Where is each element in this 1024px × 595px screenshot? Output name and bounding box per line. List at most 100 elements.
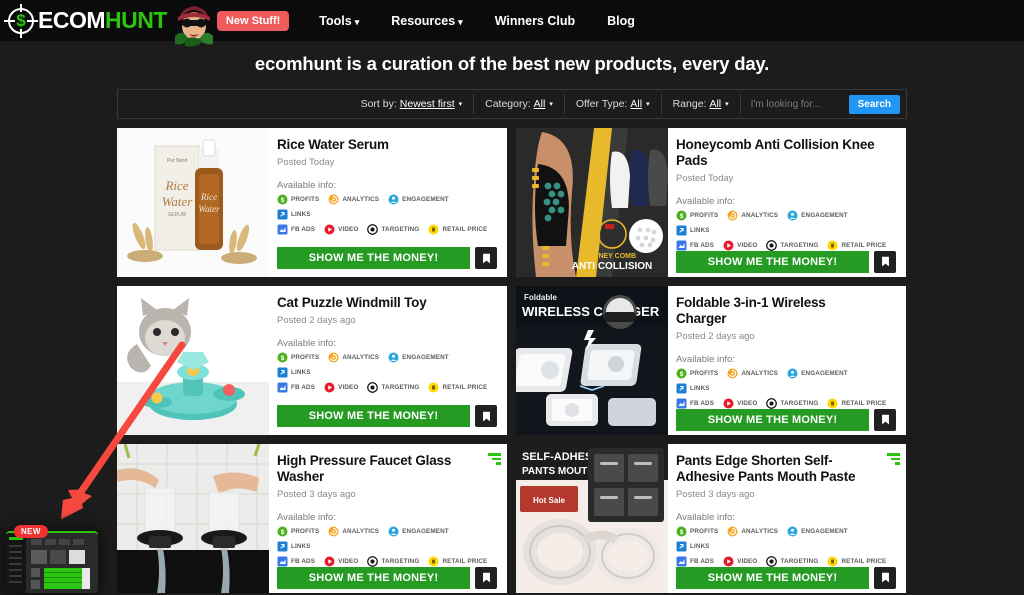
info-badge-retail_price: RETAIL PRICE	[827, 240, 886, 251]
product-title[interactable]: High Pressure Faucet Glass Washer	[277, 453, 497, 485]
product-card[interactable]: Foldable WIRELESS CHARGER Foldable 3-in-…	[516, 286, 906, 435]
show-me-the-money-button[interactable]: SHOW ME THE MONEY!	[277, 405, 470, 427]
info-badge-label: LINKS	[690, 384, 710, 392]
filter-range[interactable]: Range: All ▾	[662, 94, 741, 114]
info-badge-label: RETAIL PRICE	[442, 383, 488, 391]
info-badge-label: PROFITS	[291, 353, 320, 361]
dollar-circle-icon: $	[676, 368, 687, 379]
info-badge-label: ENGAGEMENT	[402, 353, 449, 361]
new-stuff-badge[interactable]: New Stuff!	[216, 10, 290, 31]
product-title[interactable]: Cat Puzzle Windmill Toy	[277, 295, 497, 311]
dollar-circle-icon: $	[277, 526, 288, 537]
info-badge-label: VIDEO	[338, 557, 359, 565]
product-card[interactable]: HONEY COMB ANTI COLLISION Honeycomb Anti …	[516, 128, 906, 277]
coin-circle-icon	[428, 556, 439, 567]
save-product-button[interactable]	[874, 566, 896, 589]
info-badge-profits: $ PROFITS	[277, 194, 319, 205]
filter-range-label: Range:	[672, 98, 707, 110]
show-me-the-money-button[interactable]: SHOW ME THE MONEY!	[277, 247, 470, 269]
info-badge-label: ENGAGEMENT	[402, 195, 449, 203]
trending-bars-icon	[887, 453, 900, 465]
filter-category-value[interactable]: All	[534, 98, 546, 110]
dollar-circle-icon: $	[676, 526, 687, 537]
info-badge-label: FB ADS	[690, 241, 715, 249]
product-image[interactable]	[117, 444, 269, 593]
site-logo[interactable]: $ ECOMHUNT	[4, 3, 167, 38]
search-button[interactable]: Search	[848, 94, 900, 114]
product-card-body: Pants Edge Shorten Self-Adhesive Pants M…	[668, 444, 906, 593]
info-badge-label: PROFITS	[291, 527, 320, 535]
trending-bars-icon	[488, 453, 501, 465]
new-dashboard-widget[interactable]: NEW	[6, 525, 98, 593]
product-title[interactable]: Rice Water Serum	[277, 137, 497, 153]
product-image[interactable]: HONEY COMB ANTI COLLISION	[516, 128, 668, 277]
link-square-icon	[676, 225, 687, 236]
save-product-button[interactable]	[874, 408, 896, 431]
bookmark-icon	[482, 253, 490, 263]
svg-text:Rice: Rice	[164, 178, 188, 193]
product-card-actions: SHOW ME THE MONEY!	[676, 566, 896, 589]
product-title[interactable]: Foldable 3-in-1 Wireless Charger	[676, 295, 896, 327]
info-badge-analytics: ANALYTICS	[328, 352, 379, 363]
widget-new-badge: NEW	[14, 525, 48, 538]
info-badge-video: VIDEO	[324, 382, 358, 393]
product-card-body: Rice Water Serum Posted Today Available in…	[269, 128, 507, 277]
info-badge-label: PROFITS	[690, 211, 719, 219]
nav-item-resources[interactable]: Resources ▾	[375, 8, 478, 34]
product-title[interactable]: Pants Edge Shorten Self-Adhesive Pants M…	[676, 453, 896, 485]
filter-sort-by[interactable]: Sort by: Newest first ▾	[350, 94, 475, 114]
svg-text:Water: Water	[162, 194, 194, 209]
show-me-the-money-button[interactable]: SHOW ME THE MONEY!	[676, 408, 869, 431]
analytics-circle-icon	[727, 526, 738, 537]
show-me-the-money-button[interactable]: SHOW ME THE MONEY!	[277, 566, 470, 589]
save-product-button[interactable]	[874, 250, 896, 273]
info-badge-video: VIDEO	[324, 224, 358, 235]
product-card-actions: SHOW ME THE MONEY!	[277, 566, 497, 589]
product-image[interactable]	[117, 286, 269, 435]
available-info-badges: $ PROFITS ANALYTICS ENGAGEMENT LINKS FB ADS VI…	[676, 526, 896, 567]
filter-offer-type-value[interactable]: All	[630, 98, 642, 110]
search-input[interactable]	[750, 94, 843, 114]
product-title[interactable]: Honeycomb Anti Collision Knee Pads	[676, 137, 896, 169]
filter-category[interactable]: Category: All ▾	[474, 94, 565, 114]
svg-text:$: $	[281, 197, 285, 204]
main-content: Sort by: Newest first ▾ Category: All ▾ …	[117, 83, 907, 593]
product-card[interactable]: High Pressure Faucet Glass Washer Posted …	[117, 444, 507, 593]
svg-text:Water: Water	[198, 204, 220, 214]
filter-sort-by-value[interactable]: Newest first	[400, 98, 455, 110]
filter-offer-type[interactable]: Offer Type: All ▾	[565, 94, 662, 114]
save-product-button[interactable]	[475, 566, 497, 589]
target-icon	[367, 555, 379, 567]
show-me-the-money-button[interactable]: SHOW ME THE MONEY!	[676, 566, 869, 589]
filter-range-value[interactable]: All	[709, 98, 721, 110]
info-badge-label: ENGAGEMENT	[801, 369, 848, 377]
save-product-button[interactable]	[475, 405, 497, 427]
info-badge-fb_ads: FB ADS	[277, 224, 315, 235]
info-badge-targeting: TARGETING	[367, 224, 419, 235]
nav-item-blog[interactable]: Blog	[591, 8, 651, 34]
save-product-button[interactable]	[475, 247, 497, 269]
product-card[interactable]: Pur Nerd Rice Water SERUM Rice Water Ric…	[117, 128, 507, 277]
show-me-the-money-button[interactable]: SHOW ME THE MONEY!	[676, 250, 869, 273]
product-image[interactable]: Foldable WIRELESS CHARGER	[516, 286, 668, 435]
product-card[interactable]: Cat Puzzle Windmill Toy Posted 2 days ago…	[117, 286, 507, 435]
info-badge-label: PROFITS	[690, 369, 719, 377]
product-card[interactable]: SELF-ADHESIVE PANTS MOUTH PASTE Hot Sale	[516, 444, 906, 593]
nav-item-winners-club[interactable]: Winners Club	[479, 8, 591, 34]
product-posted-date: Posted 3 days ago	[277, 488, 356, 500]
info-badge-retail_price: RETAIL PRICE	[827, 398, 886, 409]
nav-item-tools[interactable]: Tools ▾	[303, 8, 375, 34]
info-badge-label: LINKS	[291, 368, 311, 376]
product-image[interactable]: SELF-ADHESIVE PANTS MOUTH PASTE Hot Sale	[516, 444, 668, 593]
bookmark-icon	[482, 411, 490, 421]
dollar-circle-icon: $	[676, 210, 687, 221]
chevron-down-icon: ▾	[646, 101, 650, 108]
engagement-circle-icon	[787, 210, 798, 221]
product-image[interactable]: Pur Nerd Rice Water SERUM Rice Water	[117, 128, 269, 277]
logo-text-hunt: HUNT	[105, 7, 167, 33]
info-badge-label: VIDEO	[737, 399, 758, 407]
coin-circle-icon	[827, 556, 838, 567]
info-badge-video: VIDEO	[723, 240, 757, 251]
link-square-icon	[676, 541, 687, 552]
info-badge-profits: $ PROFITS	[676, 368, 718, 379]
